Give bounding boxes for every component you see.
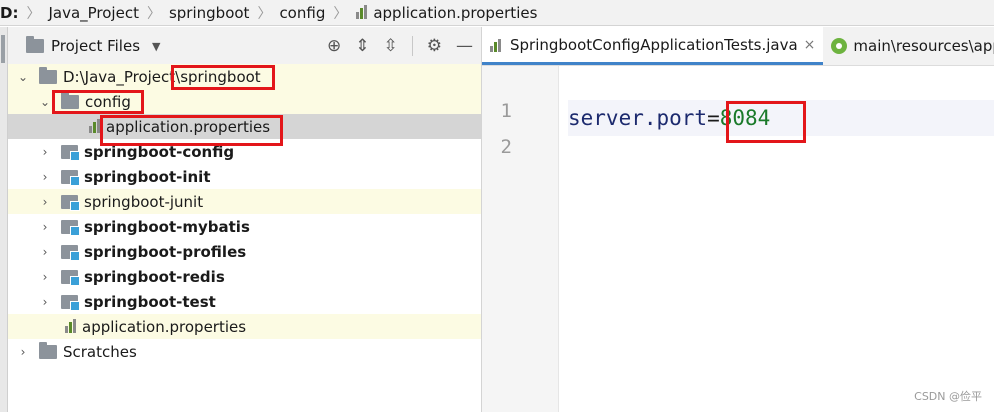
project-folder-icon — [26, 36, 44, 53]
chevron-right-icon[interactable]: › — [39, 145, 51, 159]
properties-file-icon — [355, 5, 369, 20]
module-icon — [61, 244, 80, 261]
chevron-right-icon[interactable]: › — [39, 245, 51, 259]
project-panel: Project Files ▼ ⊕ ⇕ ⇳ ⚙ — ⌄ D:\Java_Proj… — [8, 27, 482, 412]
spring-icon — [831, 38, 848, 54]
breadcrumb-springboot[interactable]: springboot — [169, 4, 249, 22]
highlight-box — [171, 65, 275, 90]
tree-module-springboot-test[interactable]: › springboot-test — [8, 289, 481, 314]
chevron-down-icon[interactable]: ▼ — [152, 40, 160, 53]
line-number-gutter: 1 2 — [482, 66, 559, 412]
toolbar-divider — [411, 36, 413, 56]
editor-area: SpringbootConfigApplicationTests.java × … — [482, 27, 994, 412]
tab-main-resources-application[interactable]: main\resources\app — [823, 27, 994, 65]
breadcrumb-separator-icon: 〉 — [146, 5, 161, 22]
module-icon — [61, 294, 80, 311]
tree-module-springboot-junit[interactable]: › springboot-junit — [8, 189, 481, 214]
folder-icon — [39, 66, 57, 84]
tree-module-label: springboot-init — [84, 167, 211, 186]
breadcrumb: D: 〉 Java_Project 〉 springboot 〉 config … — [0, 0, 994, 26]
tree-scratches[interactable]: › Scratches — [8, 339, 481, 364]
module-icon — [61, 269, 80, 286]
property-key: server.port — [568, 106, 708, 130]
tree-module-springboot-mybatis[interactable]: › springboot-mybatis — [8, 214, 481, 239]
properties-file-icon — [64, 319, 78, 334]
breadcrumb-file-label: application.properties — [373, 3, 538, 22]
chevron-right-icon[interactable]: › — [39, 220, 51, 234]
collapse-icon[interactable]: ⇳ — [384, 36, 398, 56]
tree-file-root-application-properties[interactable]: application.properties — [8, 314, 481, 339]
tree-file-label: application.properties — [82, 317, 247, 336]
project-tool-window-tab[interactable] — [1, 35, 5, 63]
module-icon — [61, 144, 80, 161]
project-panel-header: Project Files ▼ ⊕ ⇕ ⇳ ⚙ — — [8, 27, 481, 66]
chevron-right-icon[interactable]: › — [39, 195, 51, 209]
breadcrumb-java-project[interactable]: Java_Project — [48, 4, 139, 22]
property-equals: = — [707, 106, 720, 130]
tree-module-label: springboot-redis — [84, 267, 225, 286]
breadcrumb-drive[interactable]: D: — [0, 4, 18, 22]
module-icon — [61, 219, 80, 236]
tree-module-springboot-init[interactable]: › springboot-init — [8, 164, 481, 189]
chevron-right-icon[interactable]: › — [17, 345, 29, 359]
minimize-icon[interactable]: — — [456, 36, 473, 56]
breadcrumb-application-properties[interactable]: application.properties — [355, 4, 537, 22]
tab-label: SpringbootConfigApplicationTests.java — [510, 35, 798, 54]
tab-label: main\resources\app — [853, 37, 994, 55]
line-number: 1 — [500, 100, 512, 122]
watermark: CSDN @俭平 — [914, 390, 982, 403]
tree-module-label: springboot-test — [84, 292, 216, 311]
tool-window-strip[interactable] — [0, 27, 8, 412]
breadcrumb-separator-icon: 〉 — [257, 5, 272, 22]
tree-module-label: springboot-mybatis — [84, 217, 250, 236]
folder-icon — [39, 341, 57, 359]
expand-icon[interactable]: ⇕ — [355, 36, 369, 56]
crosshair-icon[interactable]: ⊕ — [327, 36, 341, 56]
tree-scratches-label: Scratches — [63, 342, 137, 361]
tree-root-path: D:\Java_Project\ — [63, 67, 181, 86]
module-icon — [61, 194, 80, 211]
tab-springboot-config-application-tests[interactable]: SpringbootConfigApplicationTests.java × — [482, 27, 824, 65]
java-file-icon — [490, 38, 504, 52]
chevron-down-icon[interactable]: ⌄ — [17, 70, 29, 84]
chevron-down-icon[interactable]: ⌄ — [39, 95, 51, 109]
tree-module-label: springboot-junit — [84, 192, 204, 211]
editor-tab-bar: SpringbootConfigApplicationTests.java × … — [482, 27, 994, 66]
chevron-right-icon[interactable]: › — [39, 170, 51, 184]
close-icon[interactable]: × — [804, 37, 816, 53]
chevron-right-icon[interactable]: › — [39, 270, 51, 284]
chevron-right-icon[interactable]: › — [39, 295, 51, 309]
highlight-box — [726, 101, 806, 143]
tree-module-label: springboot-profiles — [84, 242, 247, 261]
project-panel-toolbar: ⊕ ⇕ ⇳ ⚙ — — [327, 27, 473, 65]
line-number: 2 — [500, 136, 512, 158]
module-icon — [61, 169, 80, 186]
breadcrumb-separator-icon: 〉 — [26, 5, 41, 22]
tree-module-springboot-redis[interactable]: › springboot-redis — [8, 264, 481, 289]
gear-icon[interactable]: ⚙ — [427, 36, 442, 56]
tree-module-springboot-profiles[interactable]: › springboot-profiles — [8, 239, 481, 264]
highlight-box — [52, 90, 144, 114]
highlight-box — [100, 115, 283, 146]
project-view-selector[interactable]: Project Files — [51, 37, 140, 55]
breadcrumb-config[interactable]: config — [279, 4, 325, 22]
breadcrumb-separator-icon: 〉 — [333, 5, 348, 22]
